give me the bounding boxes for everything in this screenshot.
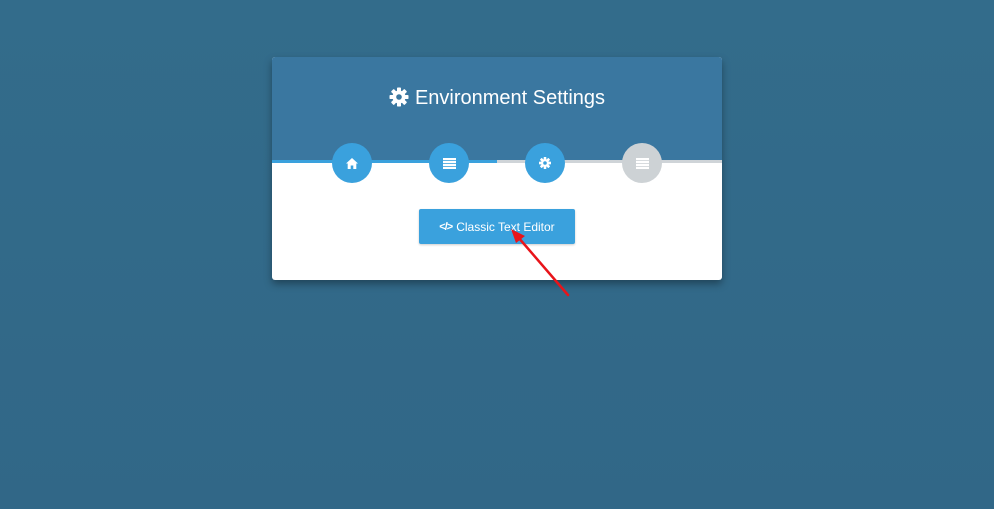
page-background: Environment Settings </> Classic Text Ed…: [0, 0, 994, 509]
list-icon: [442, 157, 456, 169]
dialog-title: Environment Settings: [272, 85, 722, 114]
code-icon: </>: [439, 220, 453, 233]
wizard-step-review[interactable]: [622, 143, 662, 183]
dialog-header: Environment Settings: [272, 57, 722, 161]
gear-icon: [389, 87, 409, 114]
wizard-step-list[interactable]: [429, 143, 469, 183]
dialog-title-text: Environment Settings: [414, 87, 606, 109]
environment-settings-dialog: Environment Settings </> Classic Text Ed…: [272, 57, 722, 280]
gear-icon: [539, 157, 551, 169]
classic-text-editor-label: Classic Text Editor: [456, 219, 555, 234]
home-icon: [346, 157, 358, 169]
wizard-step-settings[interactable]: [525, 143, 565, 183]
list-icon: [635, 157, 649, 169]
wizard-step-home[interactable]: [332, 143, 372, 183]
classic-text-editor-button[interactable]: </> Classic Text Editor: [419, 209, 575, 244]
